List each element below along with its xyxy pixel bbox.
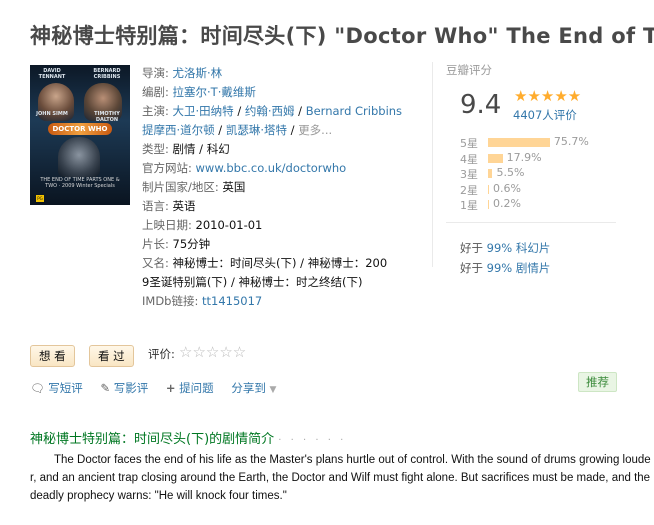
rating-bar-pct: 75.7% (553, 135, 589, 148)
movie-info: 导演: 尤洛斯·林 编剧: 拉塞尔·T·戴维斯 主演: 大卫·田纳特 / 约翰·… (142, 64, 402, 311)
rating-separator (446, 222, 616, 223)
heading-dots: · · · · · · (278, 435, 347, 446)
poster-name-1: DAVID TENNANT (38, 68, 66, 80)
cast-more-link[interactable]: 更多... (298, 123, 332, 137)
action-bar: 🗨︎ 写短评 ✎ 写影评 + 提问题 分享到 ▼ (30, 380, 290, 396)
rating-bar-row: 3星 5.5% (460, 166, 620, 182)
rating-bar-row: 2星 0.6% (460, 182, 620, 198)
rating-bar (488, 138, 550, 147)
poster-logo: DOCTOR WHO (48, 123, 112, 135)
rating-bar-row: 4星 17.9% (460, 151, 620, 167)
rating-bar (488, 184, 489, 194)
info-release: 上映日期: 2010-01-01 (142, 218, 263, 232)
synopsis-text: The Doctor faces the end of his life as … (30, 454, 651, 502)
rating-bar-label: 1星 (460, 199, 478, 212)
poster-name-3: JOHN SIMM (36, 111, 68, 117)
info-runtime: 片长: 75分钟 (142, 237, 211, 251)
share-dropdown[interactable]: 分享到 ▼ (231, 381, 276, 395)
watched-button[interactable]: 看 过 (89, 345, 134, 367)
rating-bar-pct: 0.2% (493, 197, 521, 210)
movie-poster[interactable]: DAVID TENNANT BERNARD CRIBBINS JOHN SIMM… (30, 65, 130, 205)
better-than-link-1[interactable]: 99% 科幻片 (487, 241, 551, 255)
write-review-button[interactable]: ✎ 写影评 (100, 381, 148, 395)
synopsis-heading: 神秘博士特别篇：时间尽头(下)的剧情简介 · · · · · · (30, 432, 347, 447)
cast-link-1[interactable]: 大卫·田纳特 (173, 104, 234, 118)
info-aka: 又名: 神秘博士：时间尽头(下) / 神秘博士：200 (142, 256, 388, 270)
rating-bar-label: 5星 (460, 137, 478, 150)
poster-bottom-text: THE END OF TIME PARTS ONE & TWO · 2009 W… (40, 177, 120, 189)
info-website: 官方网站: www.bbc.co.uk/doctorwho (142, 161, 347, 175)
info-director: 导演: 尤洛斯·林 (142, 66, 223, 80)
rate-label: 评价: (148, 347, 175, 361)
rating-bar (488, 153, 503, 163)
rating-bar-row: 5星 75.7% (460, 135, 620, 151)
rating-panel: 豆瓣评分 9.4 ★★★★★ 4407人评价 5星 75.7% 4星 17.9% 3星 5… (446, 62, 616, 275)
comment-icon: 🗨︎ (30, 381, 45, 395)
poster-name-4: TIMOTHY DALTON (94, 111, 120, 123)
info-genre: 类型: 剧情 / 科幻 (142, 142, 230, 156)
rating-bar-label: 2星 (460, 183, 478, 197)
rating-bar (488, 200, 489, 209)
website-link[interactable]: www.bbc.co.uk/doctorwho (196, 161, 347, 175)
rating-bar (488, 169, 493, 178)
info-language: 语言: 英语 (142, 199, 196, 213)
ask-question-button[interactable]: + 提问题 (166, 381, 214, 395)
director-link[interactable]: 尤洛斯·林 (173, 66, 223, 80)
info-imdb: IMDb链接: tt1415017 (142, 294, 263, 308)
better-than: 好于 99% 科幻片 好于 99% 剧情片 (460, 241, 551, 275)
pencil-icon: ✎ (100, 381, 111, 395)
cast-link-4[interactable]: 提摩西·道尔顿 (142, 123, 215, 137)
cast-link-3[interactable]: Bernard Cribbins (306, 104, 402, 118)
rating-header: 豆瓣评分 (446, 63, 492, 77)
poster-name-2: BERNARD CRIBBINS (93, 68, 121, 80)
rating-distribution: 5星 75.7% 4星 17.9% 3星 5.5% 2星 0.6% 1星 0.2% (460, 135, 620, 213)
info-writer: 编剧: 拉塞尔·T·戴维斯 (142, 85, 256, 99)
rating-bar-label: 3星 (460, 168, 478, 181)
better-than-link-2[interactable]: 99% 剧情片 (487, 261, 551, 275)
rating-stars-icon: ★★★★★ (514, 87, 582, 105)
divider (432, 62, 433, 267)
poster-rating-badge: PG (36, 195, 44, 202)
rating-score: 9.4 (460, 90, 502, 120)
recommend-button[interactable]: 推荐 (578, 372, 617, 392)
rating-bar-row: 1星 0.2% (460, 197, 620, 213)
page-title: 神秘博士特别篇：时间尽头(下) "Doctor Who" The End of … (30, 24, 654, 48)
info-aka-cont: 9圣诞特别篇(下) / 神秘博士：时之终结(下) (142, 275, 363, 289)
write-short-review-button[interactable]: 🗨︎ 写短评 (30, 381, 83, 395)
rating-bar-pct: 5.5% (496, 166, 525, 179)
plus-icon: + (165, 381, 176, 395)
want-to-watch-button[interactable]: 想 看 (30, 345, 75, 367)
poster-face-3 (58, 137, 100, 177)
info-country: 制片国家/地区: 英国 (142, 180, 246, 194)
imdb-link[interactable]: tt1415017 (202, 294, 262, 308)
writer-link[interactable]: 拉塞尔·T·戴维斯 (173, 85, 256, 99)
rating-bar-label: 4星 (460, 152, 478, 166)
rating-count-link[interactable]: 4407人评价 (513, 107, 577, 123)
cast-link-5[interactable]: 凯瑟琳·塔特 (226, 123, 287, 137)
cast-link-2[interactable]: 约翰·西姆 (245, 104, 295, 118)
rating-bar-pct: 17.9% (506, 150, 542, 164)
rate-stars-input[interactable]: ☆☆☆☆☆ (179, 343, 246, 361)
info-cast: 主演: 大卫·田纳特 / 约翰·西姆 / Bernard Cribbins (142, 104, 403, 118)
chevron-down-icon: ▼ (269, 385, 277, 395)
rating-bar-pct: 0.6% (493, 181, 521, 195)
